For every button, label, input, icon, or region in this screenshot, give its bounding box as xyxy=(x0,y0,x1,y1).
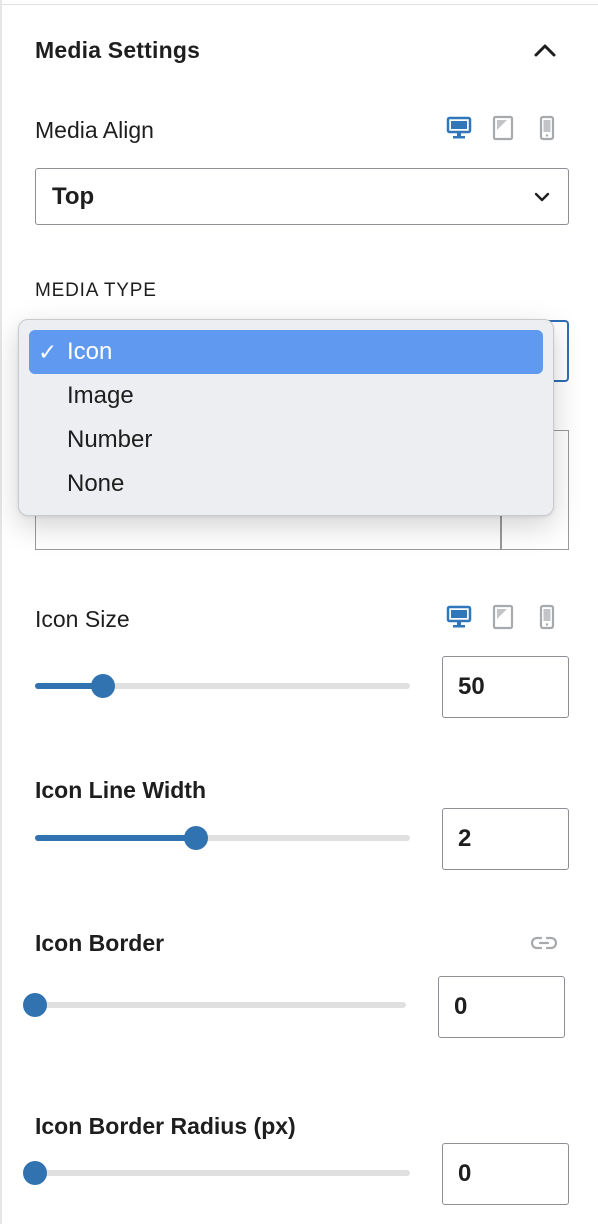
icon-border-radius-slider[interactable] xyxy=(23,1161,410,1185)
tablet-icon[interactable] xyxy=(490,115,516,141)
chevron-up-icon[interactable] xyxy=(532,38,558,64)
media-type-label: MEDIA TYPE xyxy=(35,280,157,301)
chevron-down-icon xyxy=(534,192,550,201)
media-align-select-value: Top xyxy=(52,182,95,210)
option-label: None xyxy=(67,470,125,497)
slider-thumb[interactable] xyxy=(90,674,115,698)
slider-thumb[interactable] xyxy=(23,993,47,1017)
icon-line-width-input[interactable] xyxy=(442,808,569,870)
panel-top-border xyxy=(0,0,598,5)
slider-thumb[interactable] xyxy=(23,1161,47,1185)
mobile-icon[interactable] xyxy=(534,604,560,630)
mobile-icon[interactable] xyxy=(534,115,560,141)
media-type-option-icon[interactable]: ✓ Icon xyxy=(29,330,543,374)
icon-size-input[interactable] xyxy=(442,656,569,718)
desktop-icon[interactable] xyxy=(446,115,472,141)
icon-size-device-switcher xyxy=(446,604,560,630)
option-label: Number xyxy=(67,426,153,453)
icon-line-width-label: Icon Line Width xyxy=(35,777,206,803)
panel-left-border xyxy=(0,0,2,1224)
checkmark-icon: ✓ xyxy=(38,339,58,365)
media-align-select[interactable]: Top xyxy=(35,168,569,225)
media-type-option-number[interactable]: Number xyxy=(29,418,543,462)
icon-border-slider[interactable] xyxy=(23,993,406,1017)
option-label: Image xyxy=(67,382,134,409)
tablet-icon[interactable] xyxy=(490,604,516,630)
media-type-option-image[interactable]: Image xyxy=(29,374,543,418)
icon-line-width-slider[interactable] xyxy=(35,826,410,850)
icon-size-label: Icon Size xyxy=(35,606,130,632)
desktop-icon[interactable] xyxy=(446,604,472,630)
icon-border-radius-input[interactable] xyxy=(442,1143,569,1205)
option-label: Icon xyxy=(67,338,113,365)
icon-border-radius-label: Icon Border Radius (px) xyxy=(35,1113,296,1139)
media-align-label: Media Align xyxy=(35,117,154,143)
icon-border-input[interactable] xyxy=(438,976,565,1038)
link-icon[interactable] xyxy=(529,933,559,953)
slider-fill xyxy=(35,835,197,841)
icon-border-label: Icon Border xyxy=(35,930,165,956)
panel-title: Media Settings xyxy=(35,37,201,63)
media-type-dropdown: ✓ Icon Image Number None xyxy=(18,319,554,516)
icon-size-slider[interactable] xyxy=(35,674,410,698)
media-align-device-switcher xyxy=(446,115,560,141)
slider-thumb[interactable] xyxy=(184,826,209,850)
media-type-option-none[interactable]: None xyxy=(29,462,543,506)
